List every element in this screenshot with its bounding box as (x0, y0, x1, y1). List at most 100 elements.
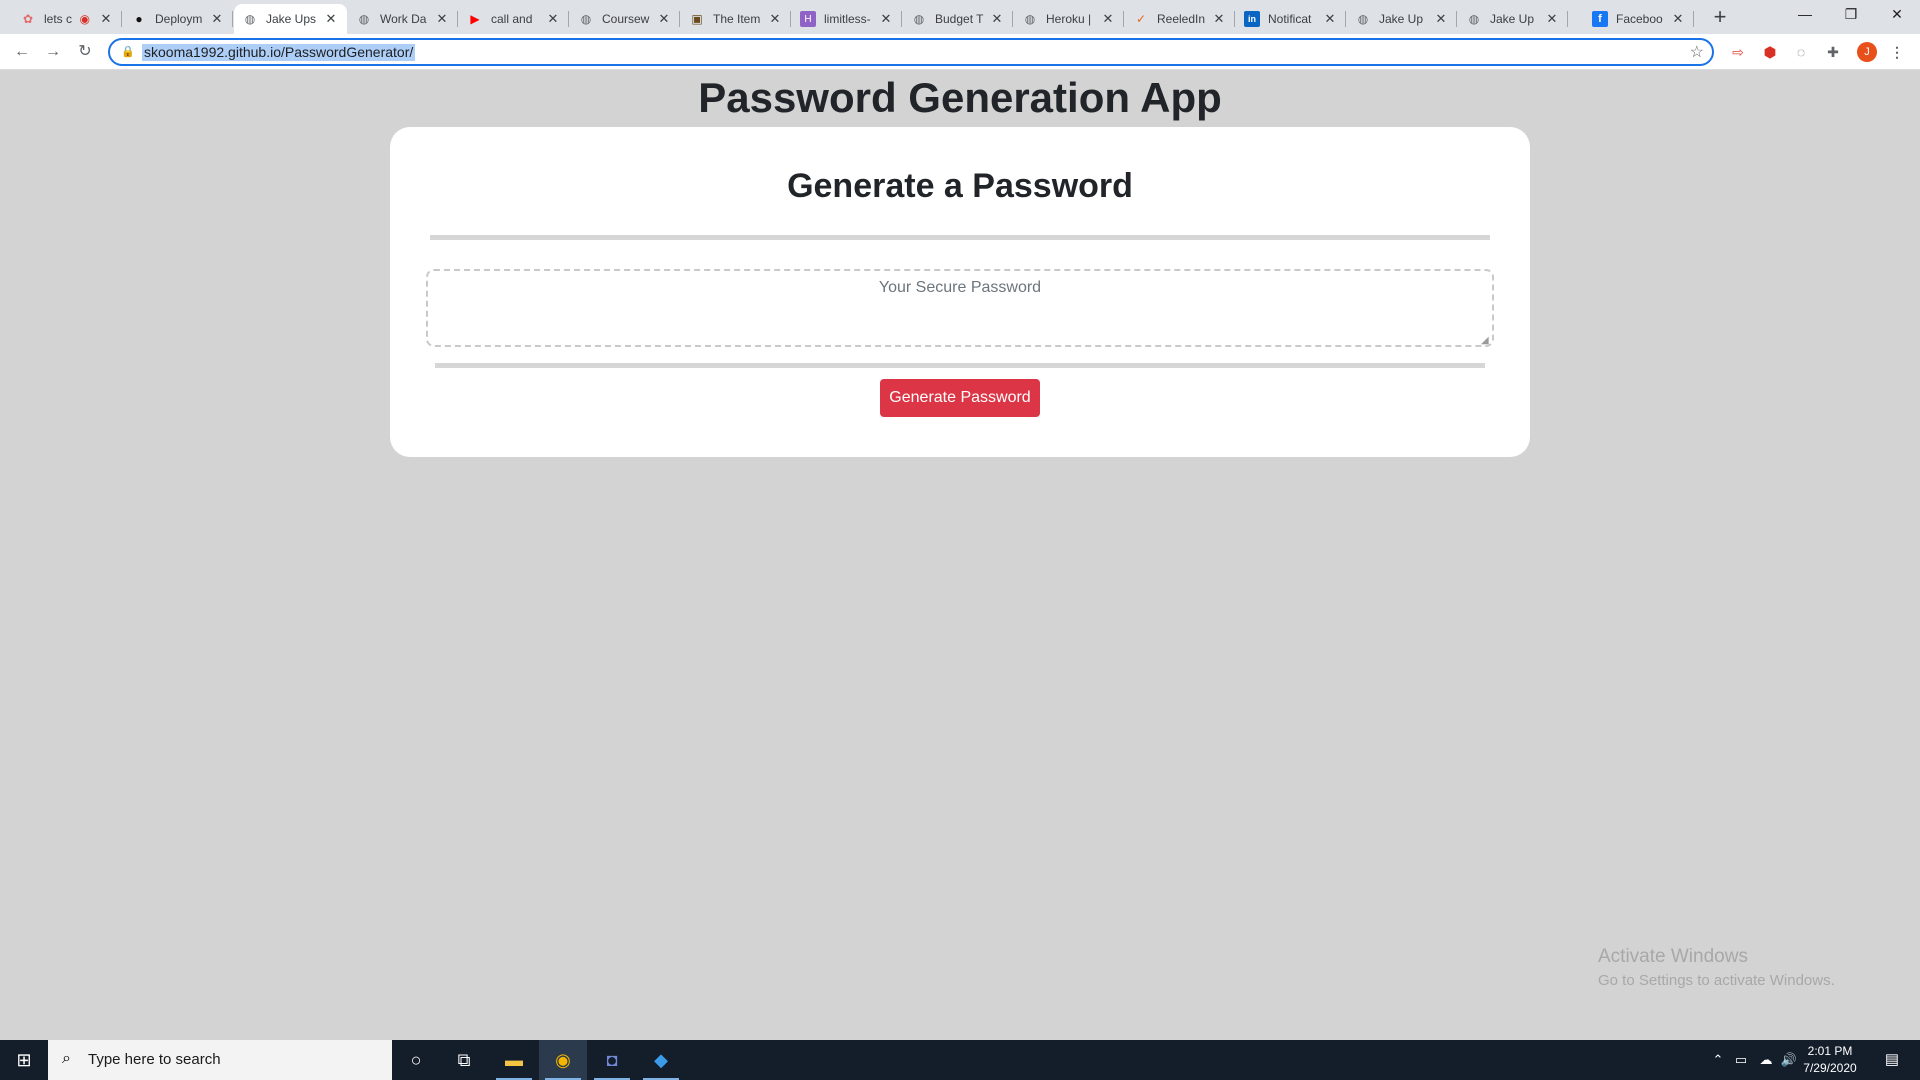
tab-label: lets c (44, 12, 73, 26)
volume-icon[interactable]: 🔊 (1778, 1040, 1800, 1080)
close-tab-icon[interactable]: ✕ (1433, 11, 1449, 27)
close-window-icon[interactable]: ✕ (1874, 0, 1920, 30)
close-tab-icon[interactable]: ✕ (98, 11, 114, 27)
close-tab-icon[interactable]: ✕ (1100, 11, 1116, 27)
menu-dots-icon[interactable]: ⋮ (1886, 41, 1908, 63)
taskbar-search[interactable]: ⌕ Type here to search (48, 1040, 392, 1080)
browser-tab[interactable]: ◍ Heroku | ✕ (1014, 4, 1124, 34)
bookmark-star-icon[interactable]: ☆ (1690, 42, 1704, 62)
tab-separator (679, 11, 680, 27)
taskbar: ⊞ ⌕ Type here to search ○ ⧉ ▬ ◉ ◘ ◆ ⌃ ▭ … (0, 1040, 1920, 1080)
swoosh-icon: ✓ (1135, 12, 1147, 26)
address-bar[interactable]: 🔒 skooma1992.github.io/PasswordGenerator… (108, 38, 1714, 66)
browser-tab[interactable]: ● Deploym ✕ (123, 4, 233, 34)
generate-password-button[interactable]: Generate Password (880, 379, 1040, 417)
search-icon: ⌕ (62, 1050, 71, 1067)
url-text[interactable]: skooma1992.github.io/PasswordGenerator/ (142, 44, 416, 61)
close-tab-icon[interactable]: ✕ (656, 11, 672, 27)
browser-tab-active[interactable]: ◍ Jake Ups ✕ (234, 4, 347, 34)
forward-icon[interactable]: → (41, 40, 65, 64)
discord-icon[interactable]: ◘ (588, 1040, 636, 1080)
facebook-icon: f (1592, 11, 1608, 27)
close-tab-icon[interactable]: ✕ (1211, 11, 1227, 27)
windows-start-icon[interactable]: ⊞ (0, 1040, 48, 1080)
tab-label: Notificat (1268, 12, 1312, 26)
close-tab-icon[interactable]: ✕ (1322, 11, 1338, 27)
browser-tab[interactable]: ◍ Jake Up ✕ (1347, 4, 1457, 34)
profile-avatar[interactable]: J (1857, 42, 1877, 62)
close-tab-icon[interactable]: ✕ (323, 11, 339, 27)
tab-label: The Item (713, 12, 761, 26)
browser-tab[interactable]: ◍ Jake Up ✕ (1458, 4, 1568, 34)
github-icon: ● (135, 12, 143, 26)
browser-tab-strip: ✿ lets c ◉ ✕ ● Deploym ✕ ◍ Jake Ups ✕ ◍ … (0, 0, 1920, 34)
tab-label: Jake Up (1379, 12, 1424, 26)
tab-label: Jake Ups (266, 12, 317, 26)
back-icon[interactable]: ← (10, 40, 34, 64)
globe-icon: ◍ (244, 12, 256, 26)
lock-icon: 🔒 (121, 46, 135, 58)
browser-toolbar: ← → ↻ 🔒 skooma1992.github.io/PasswordGen… (0, 34, 1920, 70)
adblock-icon[interactable]: ⬢ (1759, 41, 1781, 63)
browser-tab[interactable]: ◍ Work Da ✕ (348, 4, 458, 34)
file-explorer-icon[interactable]: ▬ (490, 1040, 538, 1080)
tab-label: Faceboo (1616, 12, 1663, 26)
browser-tab[interactable]: ▶ call and ✕ (459, 4, 569, 34)
tab-separator (901, 11, 902, 27)
extension-share-icon[interactable]: ⇨ (1727, 41, 1749, 63)
tab-separator (1234, 11, 1235, 27)
task-view-icon[interactable]: ⧉ (440, 1040, 488, 1080)
divider (430, 235, 1490, 240)
tab-label: Budget T (935, 12, 984, 26)
resize-grip-icon[interactable]: ◢ (1481, 335, 1489, 346)
browser-tab[interactable]: ▣ The Item ✕ (681, 4, 791, 34)
browser-tab[interactable]: f Faceboo ✕ (1584, 4, 1694, 34)
browser-tab[interactable]: ✿ lets c ◉ ✕ (12, 4, 122, 34)
extensions-puzzle-icon[interactable]: ✚ (1822, 41, 1844, 63)
rose-icon: ✿ (22, 12, 34, 26)
tab-separator (568, 11, 569, 27)
close-tab-icon[interactable]: ✕ (1544, 11, 1560, 27)
browser-tab[interactable]: in Notificat ✕ (1236, 4, 1346, 34)
restore-icon[interactable]: ❐ (1828, 0, 1874, 30)
globe-icon: ◍ (358, 12, 370, 26)
tab-label: Jake Up (1490, 12, 1535, 26)
system-clock[interactable]: 2:01 PM 7/29/2020 (1800, 1043, 1860, 1077)
browser-tab[interactable]: ✓ ReeledIn ✕ (1125, 4, 1235, 34)
close-tab-icon[interactable]: ✕ (545, 11, 561, 27)
chrome-icon[interactable]: ◉ (539, 1040, 587, 1080)
cortana-icon[interactable]: ○ (392, 1040, 440, 1080)
close-tab-icon[interactable]: ✕ (1670, 11, 1686, 27)
close-tab-icon[interactable]: ✕ (767, 11, 783, 27)
onedrive-icon[interactable]: ☁ (1754, 1040, 1778, 1080)
minimize-icon[interactable]: — (1782, 0, 1828, 30)
network-icon[interactable]: ▭ (1730, 1040, 1752, 1080)
reload-icon[interactable]: ↻ (73, 40, 97, 64)
watermark-subtitle: Go to Settings to activate Windows. (1598, 972, 1835, 989)
close-tab-icon[interactable]: ✕ (989, 11, 1005, 27)
page-viewport: Password Generation App Generate a Passw… (0, 70, 1920, 1040)
globe-icon: ◍ (913, 12, 925, 26)
extension-circle-icon[interactable]: ◌ (1790, 41, 1812, 63)
globe-icon: ◍ (580, 12, 592, 26)
tab-label: Coursew (602, 12, 650, 26)
tray-chevron-icon[interactable]: ⌃ (1708, 1040, 1728, 1080)
notifications-icon[interactable]: ▤ (1872, 1040, 1912, 1080)
tab-separator (1567, 11, 1568, 27)
chest-icon: ▣ (691, 12, 703, 26)
vscode-icon[interactable]: ◆ (637, 1040, 685, 1080)
close-tab-icon[interactable]: ✕ (209, 11, 225, 27)
taskbar-search-placeholder: Type here to search (88, 1051, 221, 1068)
browser-tab[interactable]: ◍ Coursew ✕ (570, 4, 680, 34)
password-output[interactable] (426, 269, 1494, 347)
tab-separator (232, 11, 233, 27)
tab-separator (1123, 11, 1124, 27)
tab-label: Deploym (155, 12, 203, 26)
close-tab-icon[interactable]: ✕ (434, 11, 450, 27)
close-tab-icon[interactable]: ✕ (878, 11, 894, 27)
browser-tab[interactable]: ◍ Budget T ✕ (903, 4, 1013, 34)
youtube-icon: ▶ (470, 12, 480, 26)
browser-tab[interactable]: H limitless- ✕ (792, 4, 902, 34)
app-title: Password Generation App (698, 74, 1222, 121)
new-tab-icon[interactable]: + (1708, 6, 1732, 30)
